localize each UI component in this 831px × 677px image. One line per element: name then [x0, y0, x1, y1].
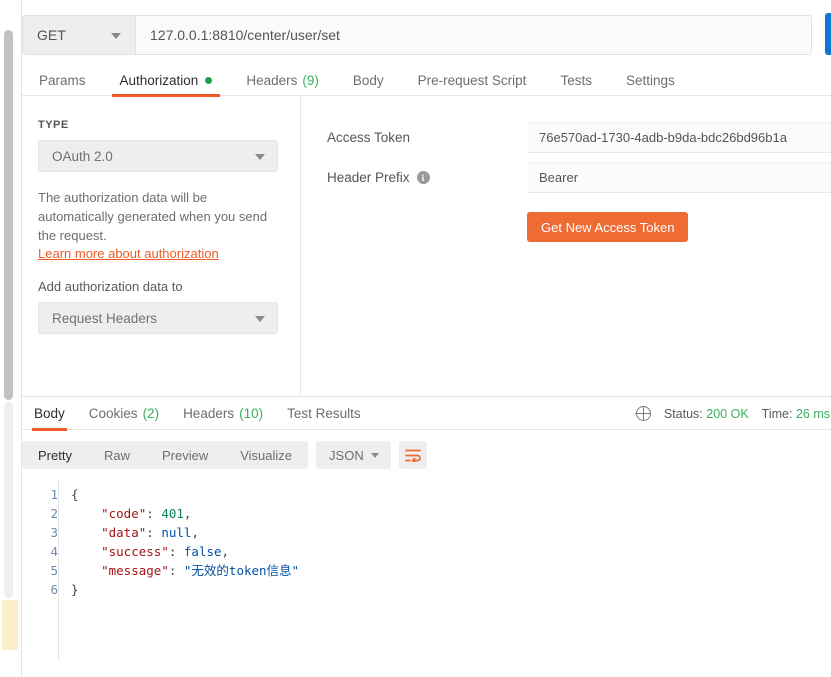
url-text: 127.0.0.1:8810/center/user/set [150, 27, 340, 43]
code-line: } [71, 582, 79, 597]
response-format-select[interactable]: JSON [316, 441, 392, 469]
request-tab-pre-request-script[interactable]: Pre-request Script [401, 66, 544, 96]
response-tab-bar: Body Cookies (2) Headers (10) Test Results St… [22, 397, 831, 431]
code-line: { [71, 487, 79, 502]
line-number-gutter: 1 2 3 4 5 6 [22, 480, 58, 660]
get-new-access-token-button[interactable]: Get New Access Token [527, 212, 689, 242]
time-group: Time: 26 ms [762, 407, 830, 421]
response-body-code[interactable]: { "code": 401, "data": null, "success": … [58, 480, 831, 660]
request-tab-authorization[interactable]: Authorization [103, 66, 230, 97]
response-tab-label: Body [34, 405, 65, 421]
request-tab-count: (9) [302, 73, 319, 88]
line-number: 3 [50, 525, 58, 540]
auth-type-select[interactable]: OAuth 2.0 [38, 140, 278, 172]
view-mode-pretty[interactable]: Pretty [22, 441, 88, 469]
auth-fields-column: Access Token 76e570ad-1730-4adb-b9da-bdc2… [302, 96, 831, 396]
response-tab-test-results[interactable]: Test Results [275, 397, 373, 430]
authorization-panel: TYPE OAuth 2.0 The authorization data wi… [22, 96, 831, 396]
auth-type-label: TYPE [38, 119, 69, 131]
response-tab-headers[interactable]: Headers (10) [171, 397, 275, 430]
chevron-down-icon [255, 316, 265, 322]
response-tab-label: Test Results [287, 405, 361, 421]
view-mode-visualize[interactable]: Visualize [224, 441, 308, 469]
request-tab-label: Pre-request Script [417, 73, 527, 88]
auth-type-column: TYPE OAuth 2.0 The authorization data wi… [22, 96, 301, 396]
code-line: "success": false, [101, 544, 230, 559]
request-url-bar: GET 127.0.0.1:8810/center/user/set [22, 15, 812, 55]
line-number: 2 [50, 506, 58, 521]
auth-description: The authorization data will be automatic… [38, 190, 268, 243]
learn-more-link[interactable]: Learn more about authorization [38, 246, 300, 261]
time-label: Time: [761, 406, 793, 421]
postman-window: GET 127.0.0.1:8810/center/user/set Param… [0, 0, 831, 677]
request-tab-tests[interactable]: Tests [543, 66, 609, 96]
request-tab-label: Body [352, 73, 384, 88]
response-tab-cookies[interactable]: Cookies (2) [77, 397, 171, 430]
auth-field-label-text: Access Token [327, 130, 411, 145]
vertical-scrollbar-track[interactable] [4, 402, 13, 598]
auth-active-dot-icon [205, 77, 213, 84]
response-format-toolbar: Pretty Raw Preview Visualize JSON [22, 441, 428, 469]
send-button[interactable] [825, 13, 831, 55]
auth-type-value: OAuth 2.0 [52, 148, 113, 164]
add-auth-data-value: Request Headers [52, 310, 158, 326]
request-tab-params[interactable]: Params [22, 66, 103, 96]
response-tab-label: Cookies [88, 405, 138, 421]
auth-field-label: Header Prefix i [302, 170, 527, 185]
view-mode-group: Pretty Raw Preview Visualize [22, 441, 309, 469]
chevron-down-icon [371, 453, 380, 458]
request-tab-label: Settings [625, 73, 675, 88]
code-line: "code": 401, [101, 506, 192, 521]
request-tab-label: Tests [560, 73, 592, 88]
add-auth-data-label: Add authorization data to [38, 279, 183, 294]
response-format-value: JSON [329, 447, 364, 463]
left-scroll-rail [0, 0, 22, 677]
auth-field-value: Bearer [539, 170, 579, 185]
request-tab-headers[interactable]: Headers (9) [229, 66, 336, 96]
line-number: 4 [50, 544, 58, 559]
code-line: "data": null, [101, 525, 199, 540]
view-mode-raw[interactable]: Raw [88, 441, 146, 469]
auth-field-value: 76e570ad-1730-4adb-b9da-bdc26bd96b1a [539, 130, 787, 145]
auth-field-row: Header Prefix i Bearer [302, 162, 831, 193]
response-tab-body[interactable]: Body [22, 397, 77, 431]
request-tab-body[interactable]: Body [336, 66, 401, 96]
status-group: Status: 200 OK [664, 407, 749, 421]
chevron-down-icon [111, 33, 121, 39]
add-auth-data-select[interactable]: Request Headers [38, 302, 278, 334]
line-number: 1 [50, 487, 58, 502]
request-tab-settings[interactable]: Settings [609, 66, 692, 96]
view-mode-preview[interactable]: Preview [146, 441, 224, 469]
request-tab-label: Authorization [119, 73, 199, 88]
request-tab-label: Headers [246, 73, 298, 88]
wrap-text-icon [405, 449, 421, 462]
auth-field-row: Access Token 76e570ad-1730-4adb-b9da-bdc2… [302, 122, 831, 153]
vertical-scrollbar-thumb[interactable] [4, 30, 13, 400]
status-value: 200 OK [706, 406, 749, 421]
status-label: Status: [663, 406, 703, 421]
response-tab-label: Headers [183, 405, 235, 421]
auth-field-label-text: Header Prefix [327, 170, 410, 185]
response-tab-count: (2) [142, 405, 160, 421]
info-icon[interactable]: i [416, 171, 430, 184]
http-method-label: GET [37, 27, 66, 43]
rail-highlight-marker [2, 600, 18, 650]
wrap-text-button[interactable] [399, 441, 428, 469]
url-input[interactable]: 127.0.0.1:8810/center/user/set [136, 16, 811, 54]
globe-icon[interactable] [635, 405, 652, 422]
request-tab-bar: Params Authorization Headers (9) Body Pre-req… [22, 66, 831, 97]
request-tab-label: Params [39, 73, 86, 88]
response-status-bar: Status: 200 OK Time: 26 ms [635, 397, 830, 430]
line-number: 6 [50, 582, 58, 597]
code-line: "message": "无效的token信息" [101, 563, 300, 578]
auth-field-input[interactable]: 76e570ad-1730-4adb-b9da-bdc26bd96b1a [527, 122, 831, 153]
http-method-select[interactable]: GET [23, 16, 136, 54]
time-value: 26 ms [795, 406, 830, 421]
auth-field-input[interactable]: Bearer [527, 162, 831, 193]
chevron-down-icon [255, 154, 265, 160]
response-tab-count: (10) [239, 405, 264, 421]
auth-field-label: Access Token [302, 130, 527, 145]
line-number: 5 [50, 563, 58, 578]
response-body-viewer[interactable]: 1 2 3 4 5 6 { "code": 401, "data": null, "suc… [22, 480, 831, 660]
